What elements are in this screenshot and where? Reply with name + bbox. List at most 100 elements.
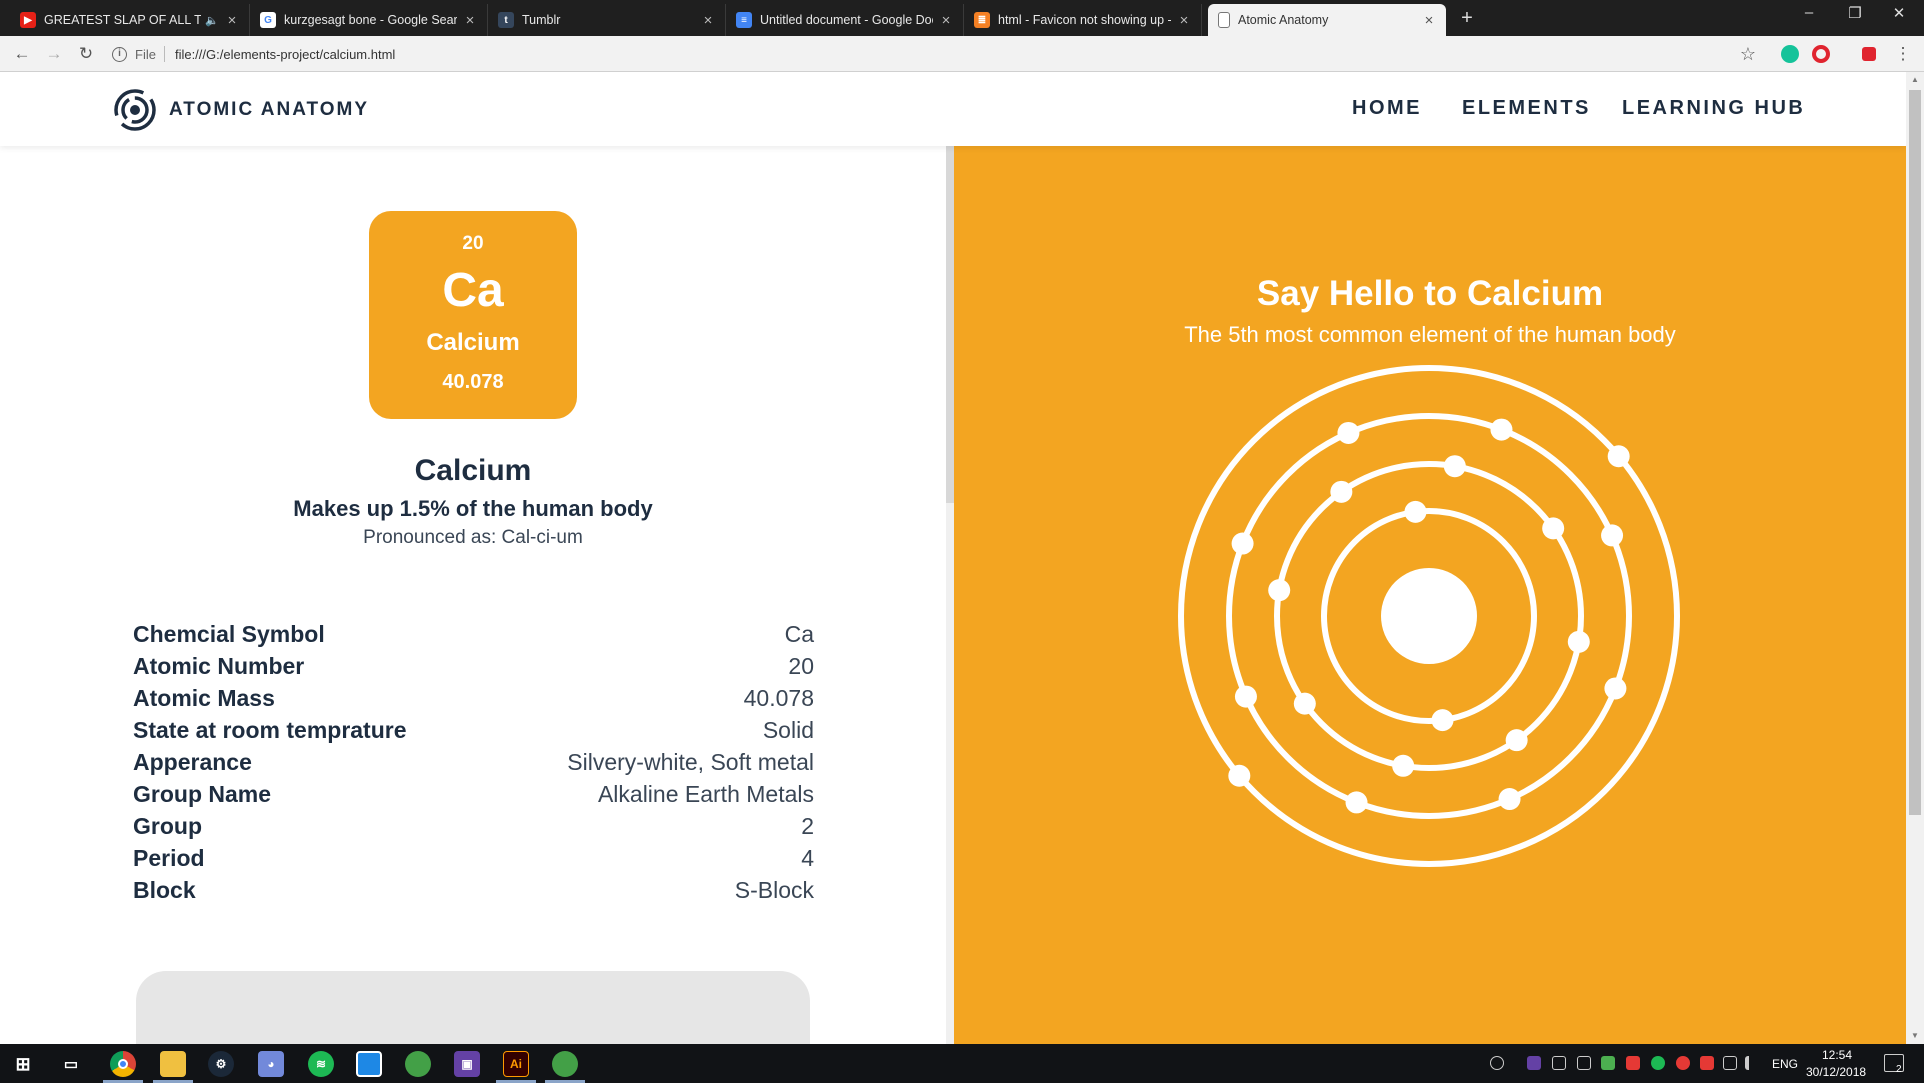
info-icon[interactable]: i (112, 46, 127, 62)
nav-learning-hub[interactable]: LEARNING HUB (1622, 97, 1805, 120)
electron (1542, 517, 1565, 540)
windows-taskbar: ⊞ ▭ ⚙ ◕ ≋ ▣ Ai ENG 12:54 30/12/2018 2 (0, 1044, 1924, 1083)
close-tab-icon[interactable]: × (1177, 12, 1191, 29)
forward-icon[interactable]: → (43, 43, 65, 65)
bohr-model-diagram (1178, 365, 1680, 867)
tab-title: html - Favicon not showing up - (998, 13, 1171, 27)
tray-app-icon[interactable] (1626, 1056, 1640, 1070)
network-icon[interactable] (1723, 1056, 1737, 1070)
minimize-icon[interactable]: – (1797, 4, 1821, 21)
tile-atomic-number: 20 (462, 233, 484, 254)
close-tab-icon[interactable]: × (701, 12, 715, 29)
property-row: State at room temprature Solid (133, 714, 814, 746)
extension-icon[interactable] (1862, 47, 1876, 61)
nav-home[interactable]: HOME (1352, 97, 1422, 120)
property-value: Ca (784, 620, 814, 647)
tab-stackoverflow[interactable]: ≣ html - Favicon not showing up - × (964, 4, 1202, 36)
tray-app-icon[interactable] (1552, 1056, 1566, 1070)
back-icon[interactable]: ← (11, 43, 33, 65)
electron (1234, 685, 1257, 708)
property-value: Silvery-white, Soft metal (567, 748, 814, 775)
new-tab-button[interactable]: + (1455, 7, 1479, 30)
language-indicator[interactable]: ENG (1772, 1057, 1798, 1071)
electron (1505, 729, 1528, 752)
tray-app-icon[interactable] (1601, 1056, 1615, 1070)
tray-app-icon[interactable] (1676, 1056, 1690, 1070)
tab-google-docs[interactable]: ≡ Untitled document - Google Docs × (726, 4, 964, 36)
close-tab-icon[interactable]: × (463, 12, 477, 29)
page-scrollbar-thumb[interactable] (1909, 90, 1921, 815)
tray-app-icon[interactable] (1700, 1056, 1714, 1070)
url-scheme: File (135, 46, 156, 62)
reload-icon[interactable]: ↻ (75, 43, 97, 65)
electron (1601, 524, 1624, 547)
app-icon[interactable] (356, 1051, 382, 1077)
bookmark-star-icon[interactable]: ☆ (1737, 43, 1759, 65)
tab-title: Tumblr (522, 13, 561, 27)
nav-elements[interactable]: ELEMENTS (1462, 97, 1591, 120)
twitch-tray-icon[interactable] (1527, 1056, 1541, 1070)
clock-time[interactable]: 12:54 (1822, 1048, 1852, 1062)
tab-tumblr[interactable]: t Tumblr × (488, 4, 726, 36)
tile-mass: 40.078 (442, 371, 504, 393)
electron (1443, 455, 1466, 478)
usb-icon[interactable] (1577, 1056, 1591, 1070)
element-subtitle: Makes up 1.5% of the human body (293, 496, 653, 521)
illustrator-icon[interactable]: Ai (503, 1051, 529, 1077)
steam-icon[interactable]: ⚙ (208, 1051, 234, 1077)
task-view-icon[interactable]: ▭ (58, 1051, 84, 1077)
property-value: 20 (788, 652, 814, 679)
globe-icon[interactable] (405, 1051, 431, 1077)
close-tab-icon[interactable]: × (1422, 12, 1436, 29)
close-tab-icon[interactable]: × (225, 12, 239, 29)
property-row: Group 2 (133, 810, 814, 842)
property-label: Chemcial Symbol (133, 620, 325, 647)
nucleus (1381, 568, 1477, 664)
tab-youtube[interactable]: ▶ GREATEST SLAP OF ALL TIME 🔈 × (10, 4, 250, 36)
volume-icon[interactable] (1745, 1056, 1759, 1070)
element-tile: 20 Ca Calcium 40.078 (369, 211, 577, 419)
atom-logo-icon (114, 89, 156, 131)
close-window-icon[interactable]: ✕ (1887, 4, 1911, 22)
file-explorer-icon[interactable] (160, 1051, 186, 1077)
electron (1345, 791, 1368, 814)
twitch-icon[interactable]: ▣ (454, 1051, 480, 1077)
property-label: Block (133, 876, 196, 903)
tab-atomic-anatomy[interactable]: Atomic Anatomy × (1208, 4, 1446, 36)
restore-icon[interactable]: ❐ (1843, 4, 1867, 22)
tile-name: Calcium (426, 329, 520, 356)
spotify-tray-icon[interactable] (1651, 1056, 1665, 1070)
discord-icon[interactable]: ◕ (258, 1051, 284, 1077)
tab-google-search[interactable]: G kurzgesagt bone - Google Search × (250, 4, 488, 36)
panel-scroll-thumb[interactable] (946, 146, 954, 503)
page-scrollbar[interactable]: ▲ ▼ (1906, 72, 1924, 1044)
electron (1330, 480, 1353, 503)
property-row: Chemcial Symbol Ca (133, 618, 814, 650)
windows-start-icon[interactable]: ⊞ (10, 1051, 36, 1077)
people-icon[interactable] (1490, 1056, 1504, 1070)
electron (1498, 788, 1521, 811)
electron (1392, 754, 1415, 777)
tile-symbol: Ca (442, 264, 504, 317)
spotify-icon[interactable]: ≋ (308, 1051, 334, 1077)
globe-icon[interactable] (552, 1051, 578, 1077)
scroll-down-icon[interactable]: ▼ (1906, 1028, 1924, 1044)
browser-tab-bar: ▶ GREATEST SLAP OF ALL TIME 🔈 × G kurzge… (0, 0, 1924, 36)
url-separator (163, 46, 165, 62)
property-label: Atomic Number (133, 652, 305, 679)
document-icon (1218, 12, 1230, 28)
speaker-icon[interactable]: 🔈 (205, 14, 219, 27)
opera-icon[interactable] (1812, 45, 1830, 63)
site-logo[interactable]: ATOMIC ANATOMY (113, 88, 369, 132)
menu-dots-icon[interactable]: ⋮ (1892, 43, 1914, 65)
scroll-up-icon[interactable]: ▲ (1906, 72, 1924, 88)
url-text[interactable]: file:///G:/elements-project/calcium.html (175, 47, 395, 62)
property-label: Apperance (133, 748, 252, 775)
close-tab-icon[interactable]: × (939, 12, 953, 29)
clock-date[interactable]: 30/12/2018 (1806, 1065, 1866, 1079)
grammarly-icon[interactable] (1781, 45, 1799, 63)
chrome-icon[interactable] (110, 1051, 136, 1077)
property-row: Period 4 (133, 842, 814, 874)
url-field[interactable]: i File file:///G:/elements-project/calci… (112, 41, 1762, 67)
property-label: Group Name (133, 780, 272, 807)
